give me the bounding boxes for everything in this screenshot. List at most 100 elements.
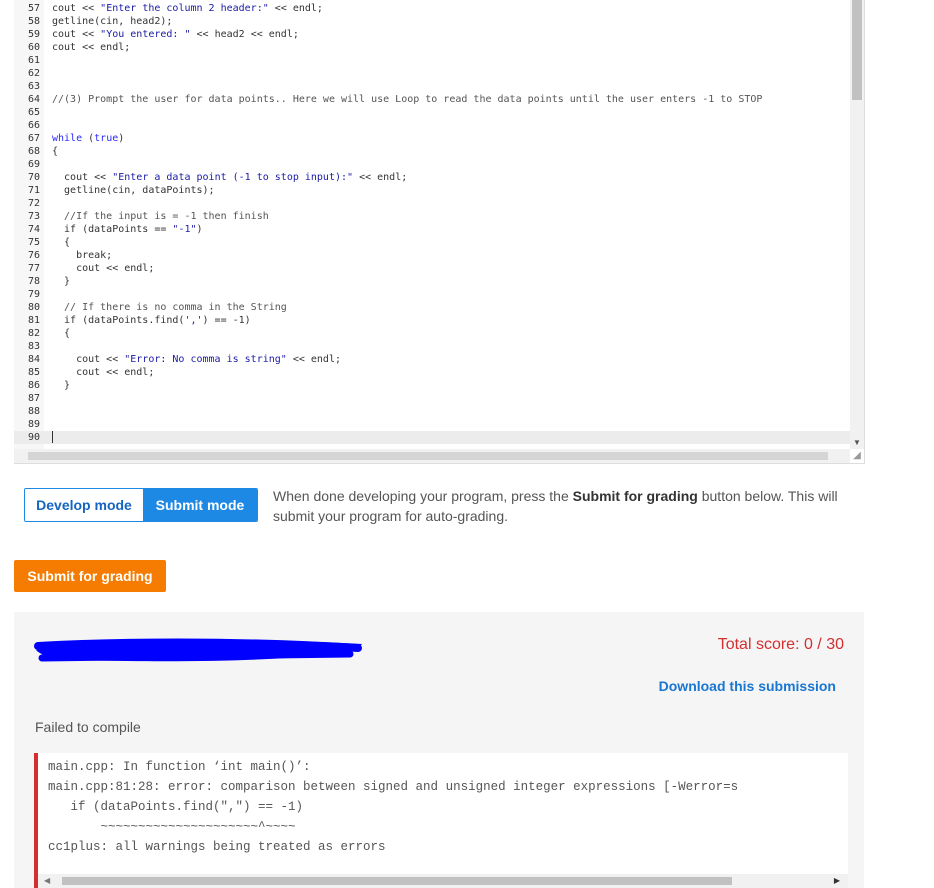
code-text[interactable]: { [52,145,58,158]
code-line[interactable]: 69 [14,158,850,171]
code-text[interactable]: if (dataPoints.find(',') == -1) [52,314,251,327]
code-editor[interactable]: 57 cout << "Enter the column 2 header:" <… [14,0,865,464]
editor-horizontal-scrollbar[interactable] [14,449,850,463]
code-text[interactable]: getline(cin, head2); [52,15,172,28]
code-line[interactable]: 67 while (true) [14,132,850,145]
code-line[interactable]: 78 } [14,275,850,288]
code-line[interactable]: 89 [14,418,850,431]
code-text[interactable]: { [52,327,70,340]
line-number: 63 [27,81,40,92]
code-line[interactable]: 82 { [14,327,850,340]
download-submission-link[interactable]: Download this submission [659,678,836,694]
code-line[interactable]: 65 [14,106,850,119]
compiler-output-line: cc1plus: all warnings being treated as e… [48,840,386,854]
submit-for-grading-button[interactable]: Submit for grading [14,560,166,592]
line-number: 84 [27,354,40,365]
code-line[interactable]: 58 getline(cin, head2); [14,15,850,28]
code-text[interactable]: while (true) [52,132,124,145]
line-number: 68 [27,146,40,157]
code-line[interactable]: 66 [14,119,850,132]
code-line[interactable]: 75 { [14,236,850,249]
line-number: 83 [27,341,40,352]
output-horizontal-scrollbar[interactable]: ◀ ▶ [38,874,848,888]
line-number: 88 [27,406,40,417]
code-text[interactable]: //(3) Prompt the user for data points.. … [52,93,762,106]
code-text[interactable]: cout << "You entered: " << head2 << endl… [52,28,299,41]
line-number: 71 [27,185,40,196]
code-line[interactable]: 81 if (dataPoints.find(',') == -1) [14,314,850,327]
code-text[interactable]: break; [52,249,112,262]
code-line[interactable]: 64 //(3) Prompt the user for data points.… [14,93,850,106]
line-number: 76 [27,250,40,261]
line-number: 81 [27,315,40,326]
code-line[interactable]: 57 cout << "Enter the column 2 header:" <… [14,2,850,15]
code-line[interactable]: 61 [14,54,850,67]
resize-grip-icon[interactable]: ◢ [851,450,863,462]
line-number: 58 [27,16,40,27]
code-line[interactable]: 90 [14,431,850,444]
editor-vertical-scrollbar[interactable]: ▼ [850,0,864,449]
code-text[interactable]: cout << "Enter the column 2 header:" << … [52,2,323,15]
line-number: 69 [27,159,40,170]
compiler-output-line: ~~~~~~~~~~~~~~~~~~~~~^~~~~ [48,820,296,834]
code-line[interactable]: 79 [14,288,850,301]
code-line[interactable]: 70 cout << "Enter a data point (-1 to st… [14,171,850,184]
redaction-scribble [34,638,362,662]
code-line[interactable]: 84 cout << "Error: No comma is string" <… [14,353,850,366]
editor-vertical-scroll-thumb[interactable] [852,0,862,100]
code-text[interactable]: // If there is no comma in the String [52,301,287,314]
line-number: 89 [27,419,40,430]
line-number: 80 [27,302,40,313]
code-line[interactable]: 68 { [14,145,850,158]
compiler-output: main.cpp: In function ‘int main()’: main.… [34,753,848,888]
results-panel: Total score: 0 / 30 Download this submis… [14,612,864,888]
line-number: 87 [27,393,40,404]
develop-mode-button[interactable]: Develop mode [25,489,143,521]
code-line[interactable]: 71 getline(cin, dataPoints); [14,184,850,197]
help-button-reference: Submit for grading [572,488,698,504]
output-horizontal-scroll-thumb[interactable] [62,877,732,885]
code-text[interactable]: cout << "Error: No comma is string" << e… [52,353,341,366]
code-text[interactable]: cout << "Enter a data point (-1 to stop … [52,171,407,184]
line-number: 67 [27,133,40,144]
code-line[interactable]: 85 cout << endl; [14,366,850,379]
code-line[interactable]: 77 cout << endl; [14,262,850,275]
line-number: 60 [27,42,40,53]
code-line[interactable]: 88 [14,405,850,418]
code-text[interactable] [52,431,53,444]
code-text[interactable]: { [52,236,70,249]
code-line[interactable]: 87 [14,392,850,405]
code-line[interactable]: 80 // If there is no comma in the String [14,301,850,314]
code-line[interactable]: 86 } [14,379,850,392]
code-text[interactable]: cout << endl; [52,41,130,54]
code-text[interactable]: } [52,379,70,392]
code-line[interactable]: 72 [14,197,850,210]
scroll-right-arrow-icon[interactable]: ▶ [834,874,840,888]
code-line[interactable]: 63 [14,80,850,93]
line-number: 78 [27,276,40,287]
scroll-down-arrow-icon[interactable]: ▼ [853,438,861,447]
line-number: 75 [27,237,40,248]
text-cursor [52,431,53,443]
total-score: Total score: 0 / 30 [717,636,844,653]
code-text[interactable]: //If the input is = -1 then finish [52,210,269,223]
code-text[interactable]: if (dataPoints == "-1") [52,223,203,236]
code-line[interactable]: 62 [14,67,850,80]
line-number: 66 [27,120,40,131]
code-line[interactable]: 74 if (dataPoints == "-1") [14,223,850,236]
code-line[interactable]: 83 [14,340,850,353]
scroll-left-arrow-icon[interactable]: ◀ [44,874,50,888]
code-line[interactable]: 60 cout << endl; [14,41,850,54]
editor-horizontal-scroll-thumb[interactable] [28,452,828,460]
submit-mode-button[interactable]: Submit mode [143,489,257,521]
code-line[interactable]: 73 //If the input is = -1 then finish [14,210,850,223]
line-number: 85 [27,367,40,378]
line-number: 74 [27,224,40,235]
code-line[interactable]: 76 break; [14,249,850,262]
code-text[interactable]: cout << endl; [52,262,154,275]
help-prefix: When done developing your program, press… [273,488,573,504]
code-line[interactable]: 59 cout << "You entered: " << head2 << en… [14,28,850,41]
code-text[interactable]: } [52,275,70,288]
code-text[interactable]: getline(cin, dataPoints); [52,184,215,197]
code-text[interactable]: cout << endl; [52,366,154,379]
